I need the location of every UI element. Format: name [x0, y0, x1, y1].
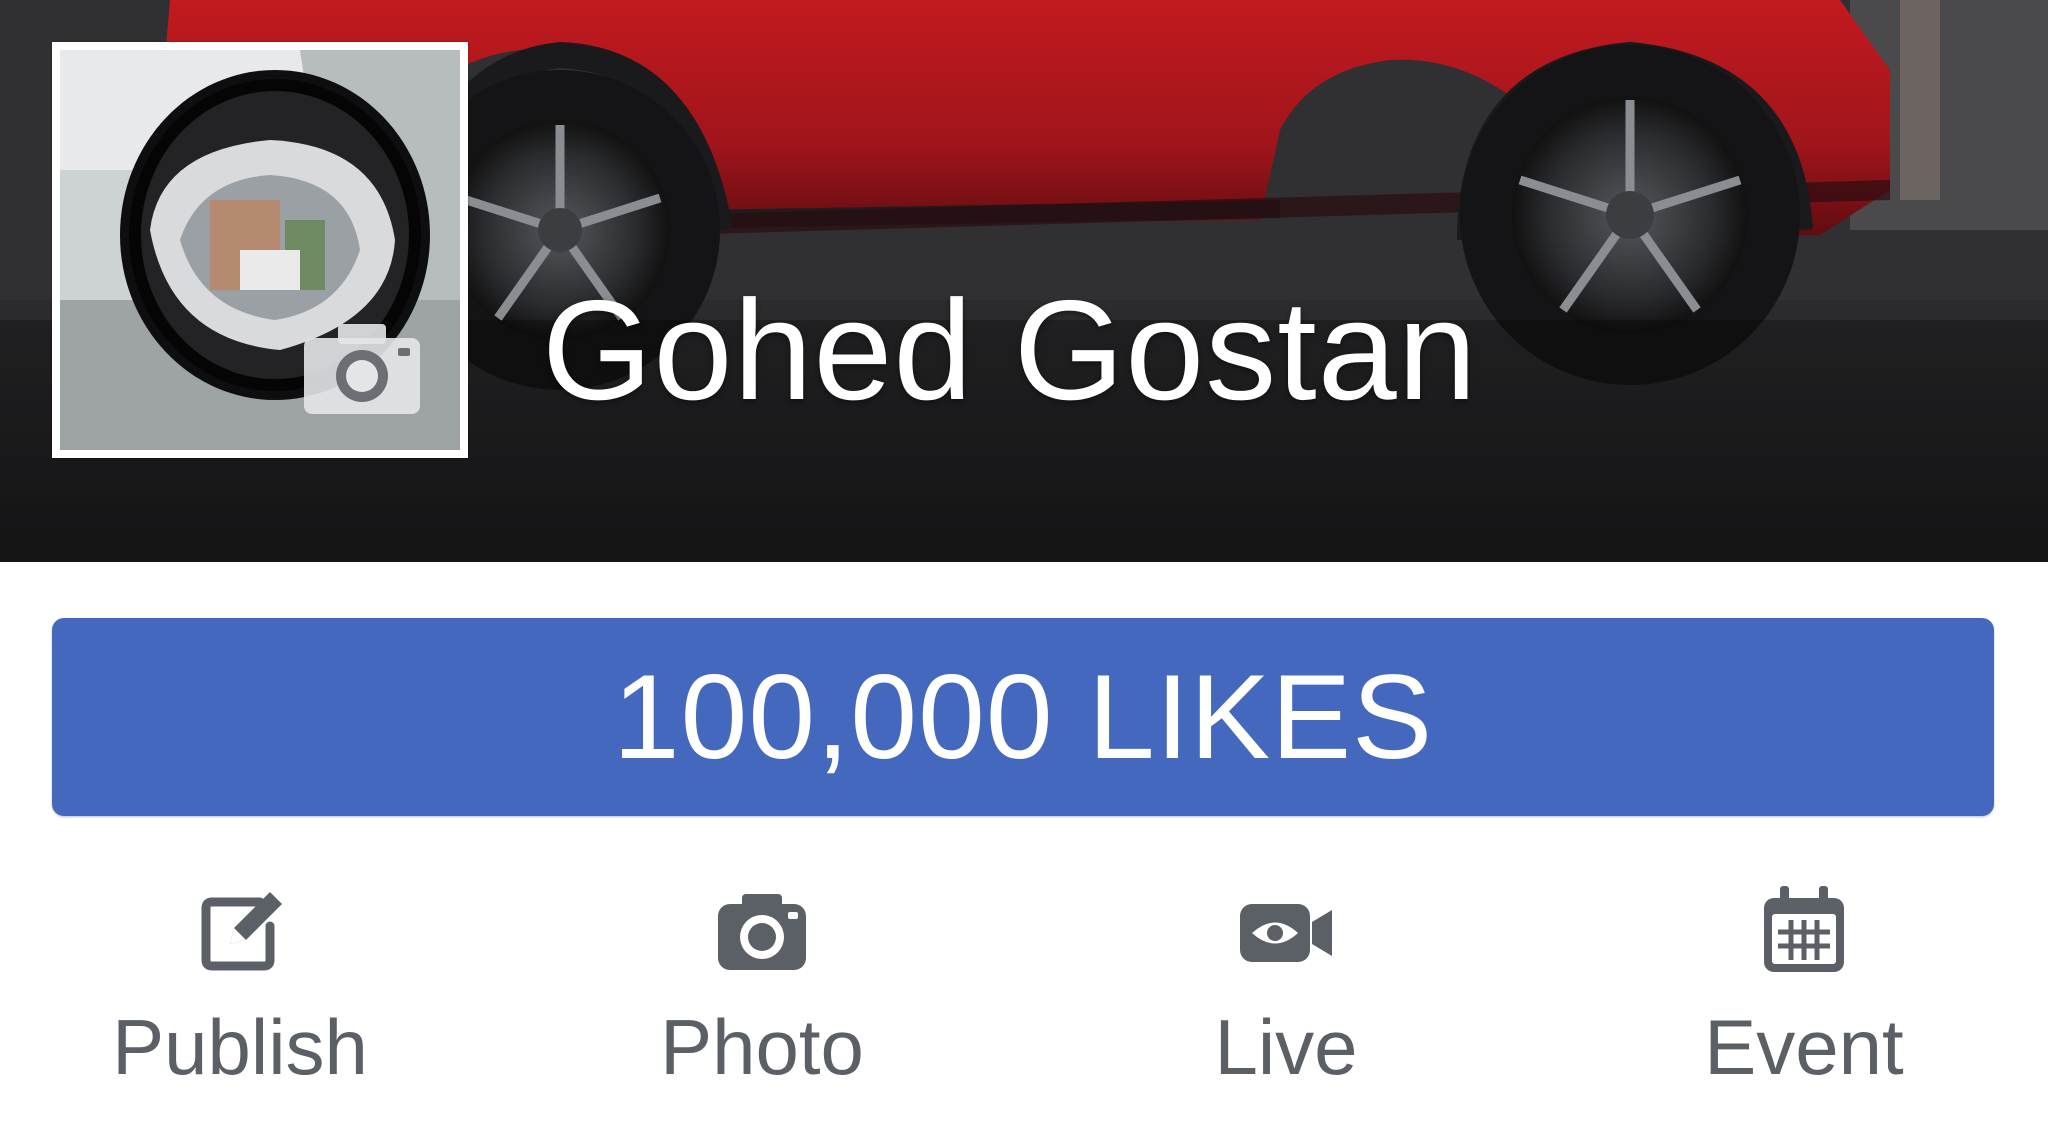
change-photo-camera-icon[interactable]	[300, 318, 424, 418]
live-button[interactable]: Live	[1136, 860, 1436, 1123]
event-button[interactable]: Event	[1654, 860, 1954, 1123]
photo-label: Photo	[660, 1003, 864, 1091]
camera-icon	[718, 894, 806, 970]
publish-button[interactable]: Publish	[90, 860, 390, 1123]
photo-button[interactable]: Photo	[612, 860, 912, 1123]
publish-label: Publish	[112, 1003, 368, 1091]
edit-icon	[201, 892, 282, 971]
profile-name: Gohed Gostan	[542, 271, 1478, 430]
likes-button[interactable]: 100,000 LIKES	[52, 618, 1994, 816]
likes-count-label: 100,000 LIKES	[612, 650, 1434, 784]
live-video-icon	[1240, 904, 1332, 962]
calendar-icon	[1764, 886, 1844, 972]
cover-photo[interactable]: Gohed Gostan	[0, 0, 2048, 562]
event-label: Event	[1704, 1003, 1904, 1091]
action-bar: Publish Photo Live Event	[0, 860, 2048, 1123]
live-label: Live	[1214, 1003, 1358, 1091]
